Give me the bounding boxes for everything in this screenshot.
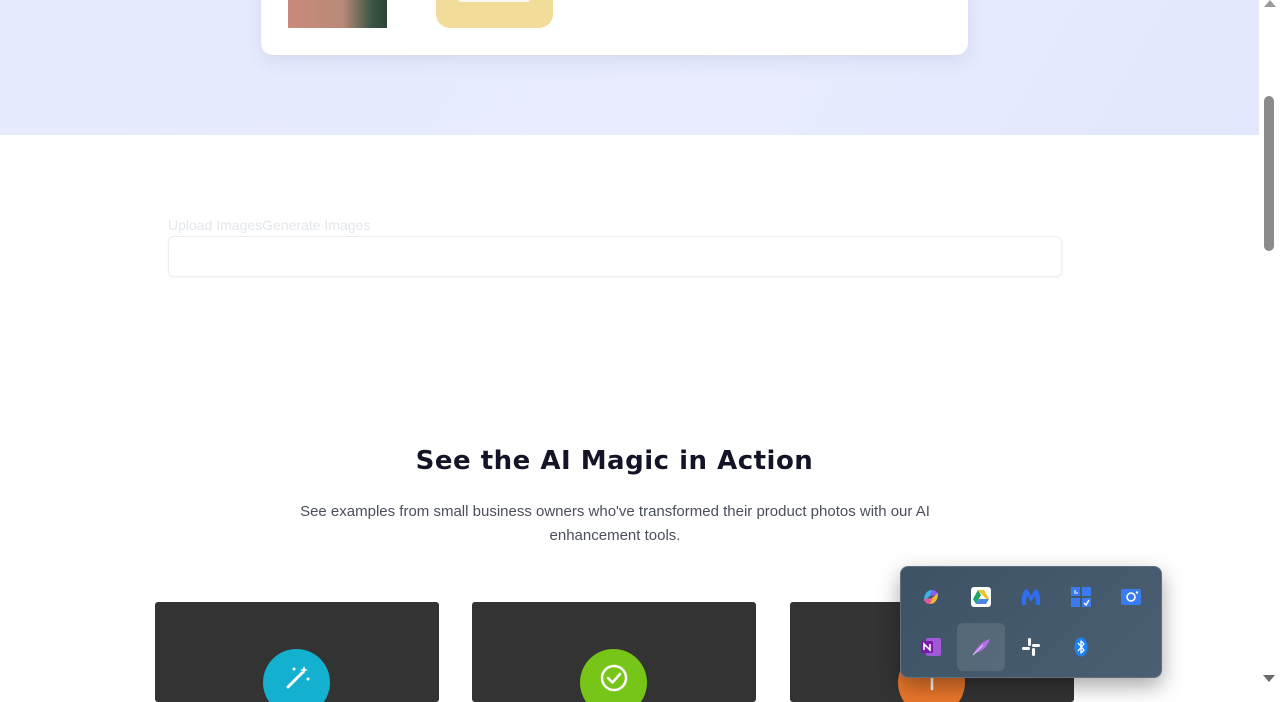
sample-image-after (436, 0, 553, 28)
product-label (458, 0, 530, 2)
camera-icon[interactable] (1107, 573, 1155, 621)
copilot-icon[interactable] (907, 573, 955, 621)
scroll-up-arrow-icon[interactable] (1264, 0, 1276, 7)
google-drive-icon[interactable] (957, 573, 1005, 621)
feature-card-1[interactable] (155, 602, 439, 702)
upload-tabs-label[interactable]: Upload ImagesGenerate Images (168, 217, 370, 233)
scroll-down-arrow-icon[interactable] (1263, 675, 1275, 682)
magic-wand-icon (263, 649, 330, 702)
section-subtitle: See examples from small business owners … (300, 503, 930, 544)
sample-image-before (288, 0, 387, 28)
upload-dropzone[interactable] (168, 236, 1062, 277)
malwarebytes-icon[interactable] (1007, 573, 1055, 621)
onenote-icon[interactable] (907, 623, 955, 671)
task-manager-icon[interactable] (1057, 573, 1105, 621)
bluetooth-icon[interactable] (1057, 623, 1105, 671)
check-circle-icon (580, 649, 647, 702)
preview-card (261, 0, 968, 55)
section-title: See the AI Magic in Action (415, 446, 814, 476)
system-tray-overflow (900, 566, 1162, 678)
feature-card-2[interactable] (472, 602, 756, 702)
quill-icon[interactable] (957, 623, 1005, 671)
slack-icon[interactable] (1007, 623, 1055, 671)
scrollbar-thumb[interactable] (1264, 96, 1274, 251)
